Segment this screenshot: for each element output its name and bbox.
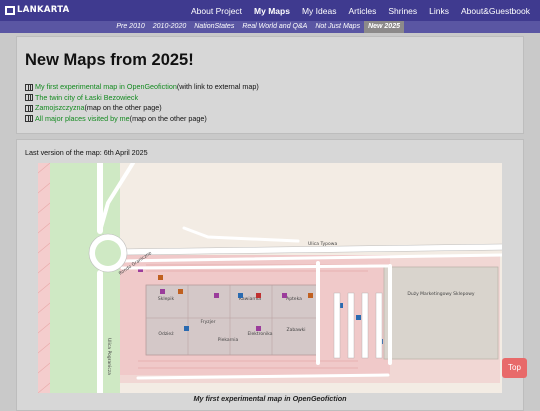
site-logo[interactable]: LANKARTA bbox=[5, 4, 70, 16]
nav-links[interactable]: Links bbox=[423, 6, 455, 16]
subnav-real-world[interactable]: Real World and Q&A bbox=[238, 21, 311, 33]
back-to-top-button[interactable]: Top bbox=[502, 358, 527, 378]
link-note: (map on the other page) bbox=[84, 103, 162, 112]
map-link[interactable]: All major places visited by me bbox=[35, 114, 130, 125]
logo-icon bbox=[5, 5, 15, 15]
mall-building bbox=[145, 284, 319, 356]
subnav-nationstates[interactable]: NationStates bbox=[190, 21, 238, 33]
map-caption: My first experimental map in OpenGeofict… bbox=[193, 394, 347, 403]
logo-text: LANKARTA bbox=[17, 5, 70, 15]
nav-my-ideas[interactable]: My Ideas bbox=[296, 6, 343, 16]
nav-about-guestbook[interactable]: About&Guestbook bbox=[455, 6, 536, 16]
map-panel: Last version of the map: 6th April 2025 … bbox=[16, 139, 524, 411]
list-item: All major places visited by me (map on t… bbox=[25, 114, 259, 125]
map-icon bbox=[25, 83, 33, 91]
map-icon bbox=[25, 104, 33, 112]
top-navigation-bar: LANKARTA About Project My Maps My Ideas … bbox=[0, 0, 540, 21]
subnav-new-2025[interactable]: New 2025 bbox=[364, 21, 404, 33]
link-note: (map on the other page) bbox=[129, 113, 207, 123]
bottom-margin bbox=[120, 383, 502, 393]
sub-navigation-bar: Pre 2010 2010-2020 NationStates Real Wor… bbox=[0, 21, 540, 33]
map-icon bbox=[25, 94, 33, 102]
street-label: Ulica Typowa bbox=[308, 241, 337, 247]
map-link[interactable]: The twin city of Łaski Bezowieck bbox=[35, 93, 138, 104]
subnav-2010-2020[interactable]: 2010-2020 bbox=[149, 21, 190, 33]
map-link[interactable]: Zamojszczyzna bbox=[35, 103, 85, 114]
residential-strip bbox=[38, 163, 50, 393]
big-store-label: Duży Marketingowy Sklepowy bbox=[407, 291, 474, 297]
nav-about-project[interactable]: About Project bbox=[185, 6, 248, 16]
map-illustration: Duży Marketingowy Sklepowy Sklepik Fryzj… bbox=[38, 163, 502, 393]
sub-nav: Pre 2010 2010-2020 NationStates Real Wor… bbox=[112, 21, 404, 33]
list-item: My first experimental map in OpenGeofict… bbox=[25, 82, 259, 93]
intro-panel: New Maps from 2025! My first experimenta… bbox=[16, 36, 524, 134]
map-image[interactable]: Duży Marketingowy Sklepowy Sklepik Fryzj… bbox=[38, 163, 502, 393]
map-link[interactable]: My first experimental map in OpenGeofict… bbox=[35, 82, 177, 93]
open-land bbox=[120, 163, 502, 238]
big-store-building bbox=[383, 266, 499, 360]
shop-label: Elektronika bbox=[247, 331, 272, 337]
subnav-not-just-maps[interactable]: Not Just Maps bbox=[311, 21, 364, 33]
shop-label: Fryzjer bbox=[200, 319, 215, 325]
list-item: Zamojszczyzna (map on the other page) bbox=[25, 103, 259, 114]
nav-shrines[interactable]: Shrines bbox=[382, 6, 423, 16]
street-label: Ulica Pogranicza bbox=[106, 338, 112, 375]
page-title: New Maps from 2025! bbox=[25, 51, 194, 69]
shop-label: Apteka bbox=[286, 296, 302, 302]
last-version-text: Last version of the map: 6th April 2025 bbox=[25, 148, 148, 157]
link-note: (with link to external map) bbox=[176, 82, 259, 91]
subnav-pre-2010[interactable]: Pre 2010 bbox=[112, 21, 148, 33]
shop-label: Piekarnia bbox=[218, 337, 239, 343]
nav-my-maps[interactable]: My Maps bbox=[248, 6, 296, 16]
shop-label: Zabawki bbox=[287, 327, 306, 333]
shop-label: Sklepik bbox=[158, 296, 175, 302]
main-nav: About Project My Maps My Ideas Articles … bbox=[185, 0, 536, 21]
list-item: The twin city of Łaski Bezowieck bbox=[25, 93, 259, 104]
map-icon bbox=[25, 115, 33, 123]
shop-label: Odzież bbox=[158, 331, 174, 337]
nav-articles[interactable]: Articles bbox=[342, 6, 382, 16]
roundabout-island bbox=[95, 240, 121, 266]
map-link-list: My first experimental map in OpenGeofict… bbox=[25, 82, 259, 124]
